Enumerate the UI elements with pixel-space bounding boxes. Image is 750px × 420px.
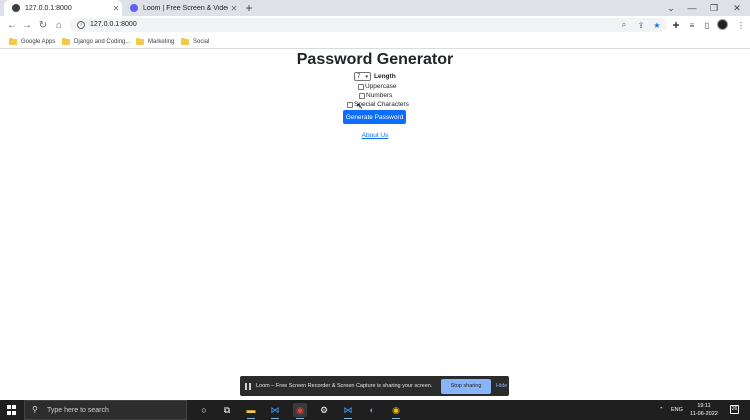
minimize-button[interactable]: — [681,0,703,16]
tab-title: 127.0.0.1:8000 [25,4,72,12]
windows-taskbar: ⚲ Type here to search ○ ⧉ ▬ ⋈ ◉ ⚙ ⋈ ◐ ◉ … [0,400,750,420]
length-label: Length [374,73,396,80]
zoom-icon[interactable]: ⌕ [618,19,630,31]
length-value: 7 [357,73,361,80]
new-tab-button[interactable]: + [242,1,256,15]
page-title: Password Generator [296,51,454,68]
folder-icon [9,38,17,45]
bookmark-marketing[interactable]: Marketing [136,37,174,47]
clock-time: 19:11 [697,403,711,409]
sharing-message: Loom – Free Screen Recorder & Screen Cap… [256,383,433,389]
length-select[interactable]: 7 ▾ [354,72,371,81]
reload-button[interactable]: ↻ [36,18,50,32]
uppercase-checkbox[interactable] [358,83,364,90]
clock-date: 11-06-2022 [690,411,718,417]
hide-sharing-bar-button[interactable]: Hide [496,383,507,389]
reading-list-icon[interactable]: ≡ [686,19,698,31]
globe-icon [12,4,20,12]
tab-search-icon[interactable]: ⌄ [660,0,682,16]
tab-title: Loom | Free Screen & Video Rec [143,4,228,12]
pause-icon [245,382,251,390]
extensions-icon[interactable]: ✚ [670,19,682,31]
numbers-option: Numbers [359,92,392,99]
bookmark-label: Marketing [148,39,175,45]
close-tab-icon[interactable]: ✕ [228,4,240,13]
eclipse-icon[interactable]: ◐ [365,403,379,417]
vscode-icon[interactable]: ⋈ [268,403,282,419]
bookmark-star-icon[interactable]: ★ [651,19,663,31]
folder-icon [136,38,144,45]
restore-button[interactable]: ❐ [703,0,725,16]
address-bar[interactable]: i 127.0.0.1:8000 ⌕ ⇪ ★ [70,18,667,32]
bookmark-google-apps[interactable]: Google Apps [9,37,55,47]
browser-toolbar: ← → ↻ ⌂ i 127.0.0.1:8000 ⌕ ⇪ ★ ✚ ≡ ▯ ⋮ [0,16,750,34]
file-explorer-icon[interactable]: ▬ [244,403,258,419]
numbers-label: Numbers [366,92,393,99]
tray-expand-icon[interactable]: ⌃ [659,400,664,420]
chrome-profile-icon[interactable]: ◉ [389,403,403,419]
side-panel-icon[interactable]: ▯ [701,19,713,31]
bookmark-django[interactable]: Django and Coding... [62,37,130,47]
generate-password-button[interactable]: Generate Password [343,110,406,124]
settings-gear-icon[interactable]: ⚙ [317,403,331,417]
forward-button[interactable]: → [20,18,34,32]
cortana-icon[interactable]: ○ [197,403,211,417]
url-text: 127.0.0.1:8000 [90,21,137,28]
chevron-down-icon: ▾ [365,73,368,80]
close-tab-icon[interactable]: ✕ [110,4,122,13]
bookmark-social[interactable]: Social [181,37,209,47]
search-placeholder: Type here to search [47,406,109,414]
back-button[interactable]: ← [5,18,19,32]
tab-strip: 127.0.0.1:8000 ✕ Loom | Free Screen & Vi… [0,0,750,16]
folder-icon [181,38,189,45]
bookmark-label: Django and Coding... [74,39,131,45]
special-characters-checkbox[interactable] [347,101,353,108]
taskbar-clock[interactable]: 19:11 11-06-2022 [684,402,724,418]
uppercase-option: Uppercase [358,83,396,90]
bookmarks-bar: Google Apps Django and Coding... Marketi… [0,34,750,49]
page-content: Password Generator 7 ▾ Length Uppercase … [0,50,750,400]
language-indicator[interactable]: ENG [671,400,683,420]
menu-icon[interactable]: ⋮ [735,19,747,31]
stop-sharing-button[interactable]: Stop sharing [441,378,491,394]
length-row: 7 ▾ Length [354,72,396,81]
loom-icon [130,4,138,12]
about-us-link-text[interactable]: About Us [362,132,389,139]
windows-start-icon[interactable] [7,405,17,415]
screen-sharing-bar: Loom – Free Screen Recorder & Screen Cap… [240,376,509,396]
site-info-icon[interactable]: i [77,21,85,29]
bookmark-label: Google Apps [21,39,56,45]
vscode-secondary-icon[interactable]: ⋈ [341,403,355,419]
about-us-link: About Us [0,132,750,139]
search-icon: ⚲ [32,405,38,414]
window-close-button[interactable]: ✕ [726,0,748,16]
profile-avatar[interactable] [717,19,728,30]
folder-icon [62,38,70,45]
task-view-icon[interactable]: ⧉ [220,403,234,417]
uppercase-label: Uppercase [365,83,397,90]
home-button[interactable]: ⌂ [52,18,66,32]
chrome-icon[interactable]: ◉ [293,403,307,419]
taskbar-search-box[interactable]: ⚲ Type here to search [24,400,187,420]
tab-loom[interactable]: Loom | Free Screen & Video Rec ✕ [122,0,240,16]
bookmark-label: Social [193,39,210,45]
numbers-checkbox[interactable] [359,92,365,99]
share-icon[interactable]: ⇪ [635,19,647,31]
tab-localhost[interactable]: 127.0.0.1:8000 ✕ [4,0,122,16]
notification-center-icon[interactable]: 26 [730,405,739,414]
